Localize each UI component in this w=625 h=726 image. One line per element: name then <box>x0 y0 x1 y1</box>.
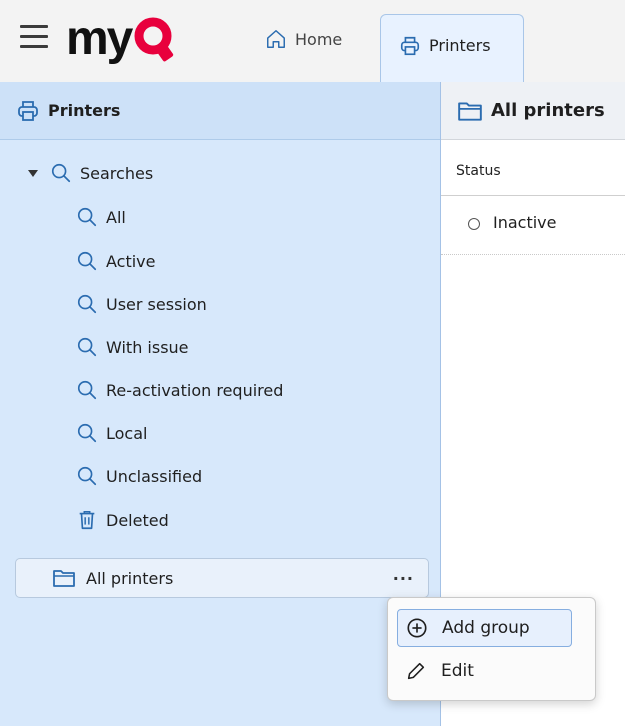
tree-item-with-issue[interactable]: With issue <box>76 336 189 358</box>
status-text: Inactive <box>493 213 557 232</box>
tree-item-all[interactable]: All <box>76 206 126 228</box>
tree-item-reactivation-required[interactable]: Re-activation required <box>76 379 283 401</box>
search-icon <box>77 423 97 443</box>
left-panel-title: Printers <box>48 101 121 120</box>
group-label: All printers <box>86 568 174 588</box>
group-all-printers[interactable]: All printers ... <box>15 558 429 598</box>
tree-item-label: With issue <box>106 337 189 357</box>
tab-home-label: Home <box>295 29 343 49</box>
context-menu: Add group Edit <box>387 597 596 701</box>
printer-icon <box>400 36 420 55</box>
tree-item-label: All <box>106 207 126 227</box>
more-options-button[interactable]: ... <box>393 565 414 584</box>
folder-icon <box>53 570 75 587</box>
menu-item-add-group[interactable]: Add group <box>397 609 572 647</box>
plus-circle-icon <box>407 618 427 638</box>
tree-node-label: Searches <box>80 163 154 183</box>
tree-item-label: Deleted <box>106 510 169 530</box>
left-panel-header: Printers <box>0 82 440 140</box>
menu-item-label: Edit <box>441 661 474 681</box>
search-icon <box>77 251 97 271</box>
tab-printers-label: Printers <box>429 36 491 55</box>
top-header: my Home Printers <box>0 0 625 83</box>
right-panel-header: All printers <box>441 82 625 140</box>
home-icon <box>267 30 285 48</box>
folder-icon <box>458 101 482 121</box>
column-header-status[interactable]: Status <box>441 139 625 196</box>
column-header-label: Status <box>456 163 501 179</box>
right-panel-title: All printers <box>491 100 605 121</box>
tree-item-label: Local <box>106 423 148 443</box>
logo-text: my <box>66 12 133 65</box>
tree-item-active[interactable]: Active <box>76 250 156 272</box>
menu-item-label: Add group <box>442 618 530 638</box>
search-icon <box>51 163 71 183</box>
pencil-icon <box>407 662 425 680</box>
hamburger-menu-icon[interactable] <box>20 25 50 49</box>
tab-printers[interactable]: Printers <box>380 14 524 82</box>
expand-caret-icon[interactable] <box>28 169 38 177</box>
tree-item-deleted[interactable]: Deleted <box>76 509 169 531</box>
tree-node-searches[interactable]: Searches <box>28 162 153 184</box>
search-icon <box>77 207 97 227</box>
search-icon <box>77 294 97 314</box>
tree-item-unclassified[interactable]: Unclassified <box>76 465 202 487</box>
tab-home[interactable]: Home <box>265 28 342 50</box>
tree-item-label: Unclassified <box>106 466 203 486</box>
search-icon <box>77 337 97 357</box>
myq-logo[interactable]: my <box>66 12 177 65</box>
left-panel: Printers Searches All Active User sessio… <box>0 82 441 726</box>
trash-icon <box>79 511 95 530</box>
tree-item-label: User session <box>106 294 207 314</box>
tree-item-user-session[interactable]: User session <box>76 293 207 315</box>
tree-item-label: Active <box>106 251 156 271</box>
search-icon <box>77 466 97 486</box>
status-circle-icon <box>468 218 480 230</box>
table-row[interactable]: Inactive <box>441 196 625 255</box>
tree-item-local[interactable]: Local <box>76 422 147 444</box>
logo-q-icon <box>134 17 174 62</box>
printer-icon <box>18 100 38 121</box>
tree-item-label: Re-activation required <box>106 380 284 400</box>
menu-item-edit[interactable]: Edit <box>397 652 572 690</box>
search-icon <box>77 380 97 400</box>
